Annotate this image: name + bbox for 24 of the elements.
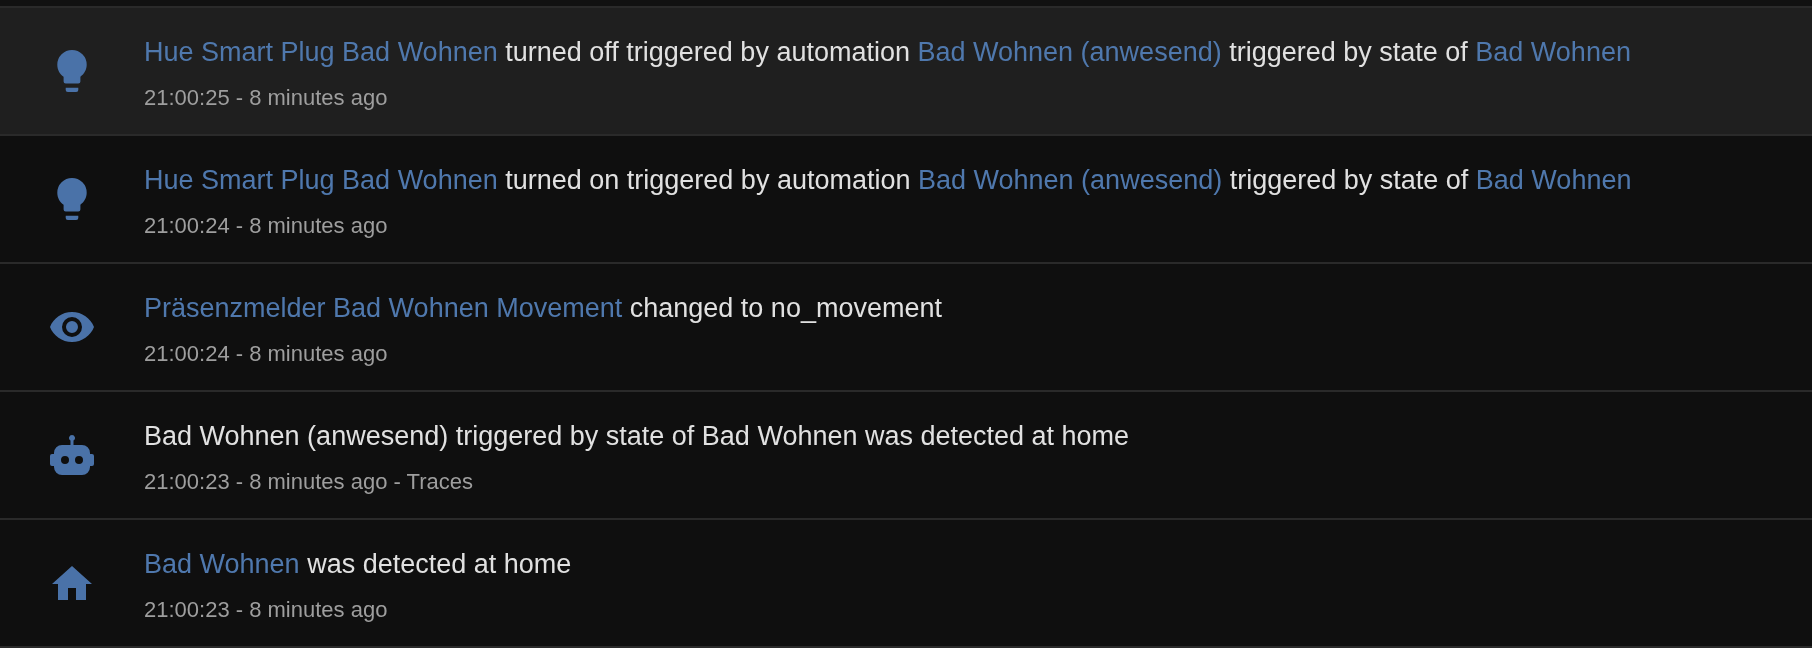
timestamp: 21:00:23 - 8 minutes ago - Traces [144, 469, 474, 495]
timestamp: 21:00:24 - 8 minutes ago [144, 341, 389, 367]
timestamp: 21:00:23 - 8 minutes ago [144, 597, 389, 623]
entity-link[interactable]: Präsenzmelder Bad Wohnen Movement [144, 293, 623, 323]
log-message: Hue Smart Plug Bad Wohnen turned off triggered by automation Bad Wohnen (anwesend) triggered by state of Bad Wohnen [144, 37, 1631, 67]
entity-link[interactable]: Hue Smart Plug Bad Wohnen [144, 165, 498, 195]
log-message: Bad Wohnen (anwesend) triggered by state of Bad Wohnen was detected at home [144, 421, 1130, 451]
timestamp: 21:00:24 - 8 minutes ago [144, 213, 389, 239]
timestamp: 21:00:25 - 8 minutes ago [144, 85, 389, 111]
entity-link[interactable]: Bad Wohnen [1475, 37, 1631, 67]
entity-link[interactable]: Hue Smart Plug Bad Wohnen [144, 37, 498, 67]
entity-link[interactable]: Bad Wohnen (anwesend) [917, 37, 1222, 67]
eye-icon [50, 312, 94, 342]
traces-link[interactable]: Traces [406, 469, 473, 494]
robot-icon [50, 435, 94, 475]
entity-link[interactable]: Bad Wohnen [144, 549, 300, 579]
entity-link[interactable]: Bad Wohnen [1475, 165, 1632, 195]
lightbulb-icon [57, 50, 87, 92]
log-message: Präsenzmelder Bad Wohnen Movement changed to no_movement [144, 293, 942, 323]
log-message: Hue Smart Plug Bad Wohnen turned on triggered by automation Bad Wohnen (anwesend) triggered by state of Bad Wohnen [144, 165, 1632, 195]
entity-link[interactable]: Bad Wohnen (anwesend) [918, 165, 1223, 195]
home-icon [52, 566, 92, 600]
log-message: Bad Wohnen was detected at home [144, 549, 572, 579]
lightbulb-icon [57, 178, 87, 220]
